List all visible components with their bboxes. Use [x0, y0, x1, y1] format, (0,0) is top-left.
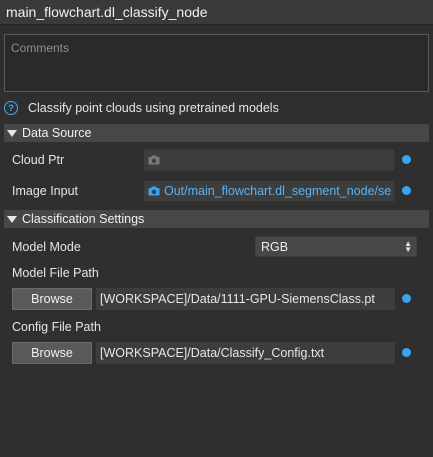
cloud-ptr-label: Cloud Ptr — [12, 153, 65, 167]
config-file-path-label: Config File Path — [12, 320, 101, 334]
camera-icon — [148, 155, 160, 165]
model-file-path-value: [WORKSPACE]/Data/1111-GPU-SiemensClass.p… — [100, 292, 375, 306]
section-classification-label: Classification Settings — [22, 212, 145, 226]
image-input-value: Out/main_flowchart.dl_segment_node/se — [164, 184, 392, 198]
cloud-ptr-connector-dot[interactable] — [402, 155, 411, 164]
description-text: Classify point clouds using pretrained m… — [28, 101, 279, 115]
config-file-path-field[interactable]: [WORKSPACE]/Data/Classify_Config.txt — [96, 342, 395, 364]
cloud-ptr-field[interactable] — [143, 149, 395, 171]
model-file-path-field[interactable]: [WORKSPACE]/Data/1111-GPU-SiemensClass.p… — [96, 288, 395, 310]
config-file-path-value: [WORKSPACE]/Data/Classify_Config.txt — [100, 346, 325, 360]
model-mode-label: Model Mode — [12, 240, 81, 254]
model-mode-select[interactable]: RGB ▲ ▼ — [255, 236, 417, 257]
spinner-arrows-icon: ▲ ▼ — [404, 238, 412, 254]
image-input-connector-dot[interactable] — [402, 186, 411, 195]
image-input-label: Image Input — [12, 184, 79, 198]
section-data-source[interactable]: Data Source — [4, 124, 429, 142]
camera-icon — [148, 186, 160, 196]
config-file-connector-dot[interactable] — [402, 348, 411, 357]
node-title: main_flowchart.dl_classify_node — [0, 0, 433, 25]
image-input-field[interactable]: Out/main_flowchart.dl_segment_node/se — [143, 180, 395, 202]
model-file-path-label: Model File Path — [12, 266, 99, 280]
collapse-triangle-icon — [7, 129, 17, 137]
model-file-connector-dot[interactable] — [402, 294, 411, 303]
section-data-source-label: Data Source — [22, 126, 92, 140]
model-mode-value: RGB — [261, 239, 289, 254]
config-file-browse-button[interactable]: Browse — [12, 342, 92, 364]
section-classification-settings[interactable]: Classification Settings — [4, 210, 429, 228]
description-row: ? Classify point clouds using pretrained… — [4, 100, 429, 116]
model-file-browse-button[interactable]: Browse — [12, 288, 92, 310]
help-icon[interactable]: ? — [4, 101, 18, 115]
comments-field[interactable]: Comments — [4, 34, 429, 92]
collapse-triangle-icon — [7, 215, 17, 223]
